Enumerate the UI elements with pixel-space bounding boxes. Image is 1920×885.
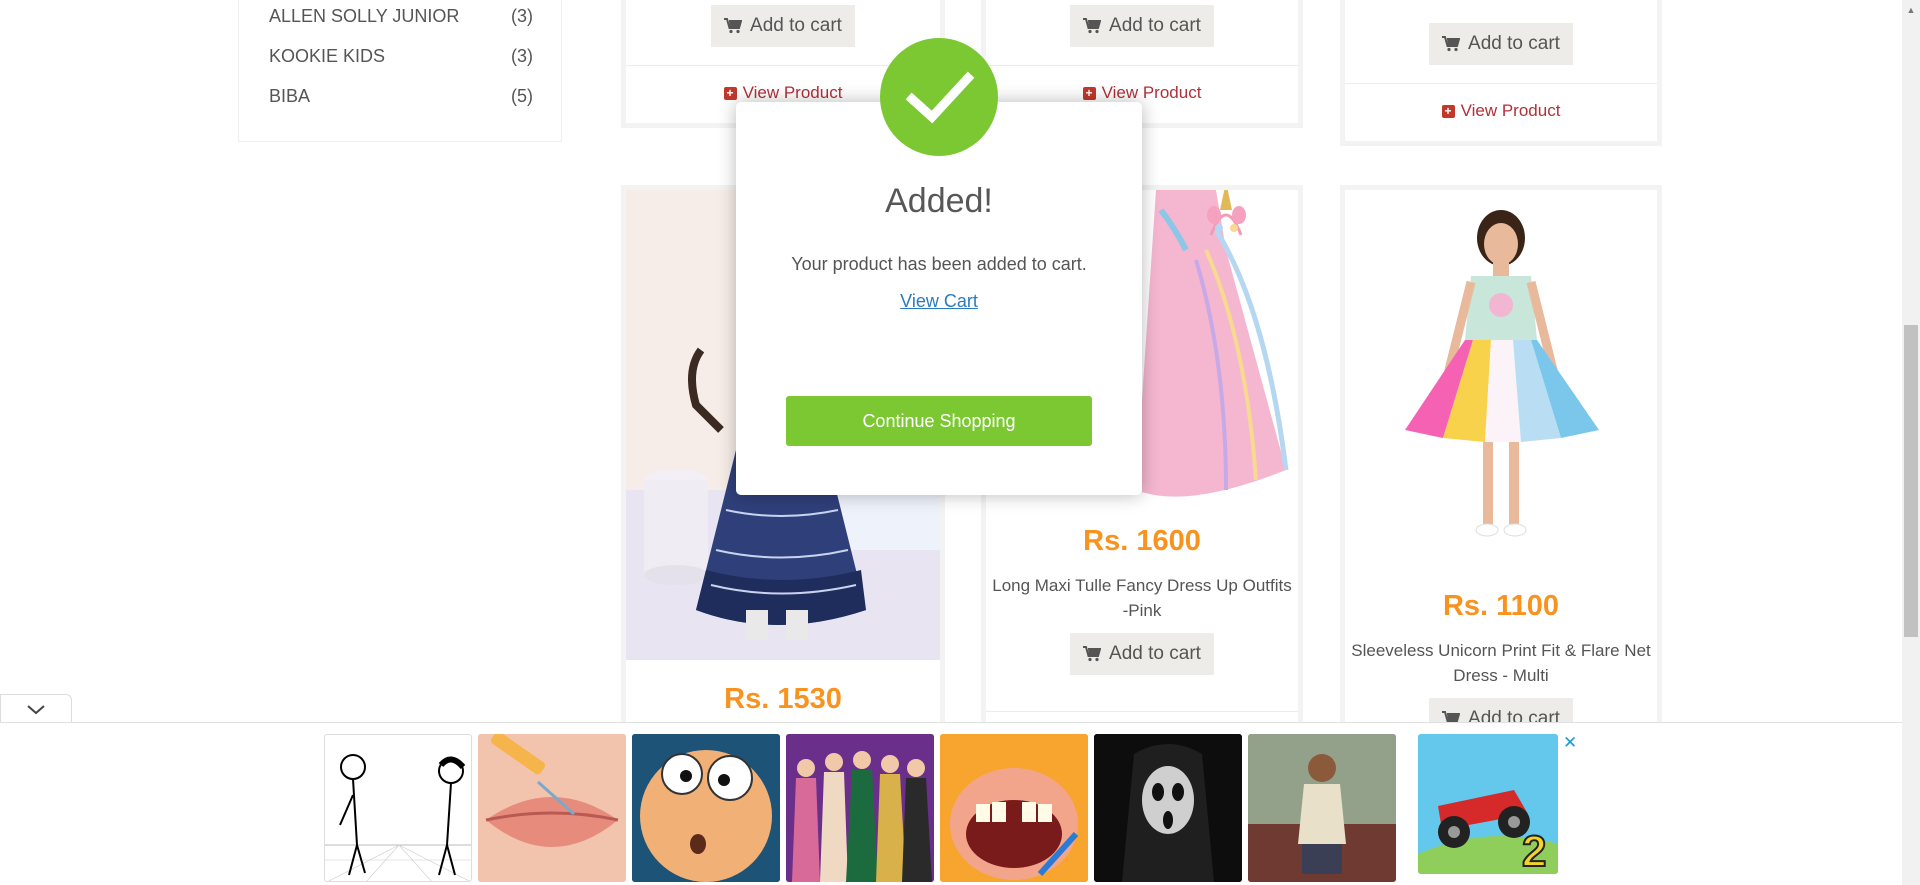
- product-price: Rs. 1600: [1083, 525, 1201, 557]
- add-to-cart-button[interactable]: Add to cart: [1429, 23, 1573, 65]
- product-title[interactable]: Sleeveless Unicorn Print Fit & Flare Net…: [1349, 638, 1653, 688]
- add-to-cart-label: Add to cart: [1109, 643, 1201, 664]
- card-divider: [986, 711, 1298, 712]
- modal-message: Your product has been added to cart.: [791, 254, 1087, 274]
- cart-icon: [1083, 18, 1102, 34]
- brand-name: KOOKIE KIDS: [269, 46, 386, 66]
- ad-tile-cartoon-face-game[interactable]: [632, 734, 780, 882]
- brand-name: ALLEN SOLLY JUNIOR: [269, 6, 460, 26]
- scroll-up-arrow-icon[interactable]: ▲: [1904, 3, 1918, 17]
- ad-tile-fashion-girls-game[interactable]: [786, 734, 934, 882]
- brand-filter-panel: ALLEN SOLLY JUNIOR (3) KOOKIE KIDS (3) B…: [238, 0, 562, 142]
- product-price: Rs. 1100: [1442, 590, 1560, 622]
- view-product-label: View Product: [742, 83, 843, 102]
- view-product-link[interactable]: + View Product: [986, 83, 1298, 103]
- view-product-label: View Product: [1101, 83, 1202, 102]
- ad-tile-dentist-game[interactable]: [940, 734, 1088, 882]
- ad-tile-hill-climb-racing-2-game[interactable]: 2: [1418, 734, 1558, 874]
- scrollbar-thumb[interactable]: [1904, 325, 1918, 637]
- added-to-cart-modal: Added! Your product has been added to ca…: [736, 102, 1142, 495]
- chevron-down-icon: [27, 705, 45, 715]
- brand-name: BIBA: [269, 86, 311, 106]
- brand-count: (3): [511, 46, 533, 66]
- add-to-cart-button[interactable]: Add to cart: [1070, 633, 1214, 675]
- plus-square-icon: +: [1441, 105, 1455, 118]
- plus-square-icon: +: [1082, 87, 1096, 100]
- product-title[interactable]: Long Maxi Tulle Fancy Dress Up Outfits -…: [990, 573, 1294, 623]
- continue-shopping-button[interactable]: Continue Shopping: [786, 396, 1092, 446]
- ad-tile-gangster-game[interactable]: [1248, 734, 1396, 882]
- ad-tile-horror-ghost-game[interactable]: [1094, 734, 1242, 882]
- brand-filter-biba[interactable]: BIBA (5): [269, 86, 533, 110]
- ad-close-icon[interactable]: ✕: [1563, 733, 1577, 753]
- success-check-icon: [880, 38, 998, 156]
- add-to-cart-button[interactable]: Add to cart: [711, 5, 855, 47]
- ad-tile-stick-figures-game[interactable]: [324, 734, 472, 882]
- brand-filter-kookie-kids[interactable]: KOOKIE KIDS (3): [269, 46, 533, 70]
- modal-title: Added!: [885, 182, 993, 220]
- brand-count: (3): [511, 6, 533, 26]
- plus-square-icon: +: [723, 87, 737, 100]
- ad-collapse-toggle[interactable]: [0, 694, 72, 724]
- brand-filter-allen-solly-junior[interactable]: ALLEN SOLLY JUNIOR (3): [269, 6, 533, 30]
- svg-text:2: 2: [1522, 827, 1546, 874]
- view-product-link[interactable]: + View Product: [1345, 101, 1657, 121]
- view-product-label: View Product: [1460, 101, 1561, 120]
- product-image[interactable]: [1345, 190, 1657, 570]
- cart-icon: [724, 18, 743, 34]
- card-divider: [1345, 83, 1657, 84]
- cart-icon: [1442, 36, 1461, 52]
- add-to-cart-label: Add to cart: [750, 15, 842, 36]
- product-price: Rs. 1530: [724, 683, 842, 715]
- card-divider: [986, 65, 1298, 66]
- add-to-cart-label: Add to cart: [1468, 33, 1560, 54]
- ad-tile-lips-injection-game[interactable]: [478, 734, 626, 882]
- add-to-cart-label: Add to cart: [1109, 15, 1201, 36]
- product-photo: [1345, 190, 1657, 570]
- view-cart-link[interactable]: View Cart: [736, 291, 1142, 312]
- cart-icon: [1083, 646, 1102, 662]
- product-card: Add to cart + View Product: [1340, 0, 1662, 146]
- add-to-cart-button[interactable]: Add to cart: [1070, 5, 1214, 47]
- brand-count: (5): [511, 86, 533, 106]
- product-card: Rs. 1100 Sleeveless Unicorn Print Fit & …: [1340, 185, 1662, 745]
